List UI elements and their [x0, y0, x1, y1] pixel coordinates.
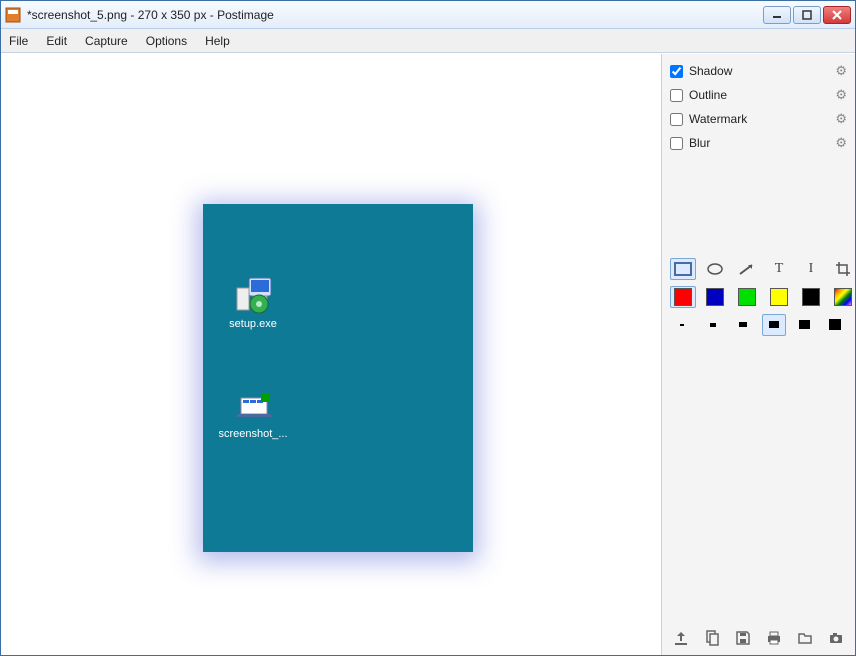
content: setup.exe screenshot_...: [1, 53, 855, 655]
thickness-4[interactable]: [762, 314, 787, 336]
gear-icon[interactable]: ⚙: [835, 63, 847, 79]
print-button[interactable]: [763, 627, 786, 649]
label-shadow: Shadow: [689, 64, 835, 78]
effect-blur[interactable]: Blur ⚙: [670, 132, 847, 154]
app-icon: [5, 7, 21, 23]
swatch-rainbow[interactable]: [830, 286, 856, 308]
swatch-yellow[interactable]: [766, 286, 792, 308]
crop-icon: [835, 261, 851, 277]
titlebar: *screenshot_5.png - 270 x 350 px - Posti…: [1, 1, 855, 29]
text-icon: T: [775, 261, 784, 277]
gear-icon[interactable]: ⚙: [835, 135, 847, 151]
setup-exe-icon: [231, 274, 275, 314]
canvas-area[interactable]: setup.exe screenshot_...: [1, 54, 661, 655]
menu-capture[interactable]: Capture: [85, 34, 128, 48]
tool-rectangle[interactable]: [670, 258, 696, 280]
tool-crop[interactable]: [830, 258, 856, 280]
minimize-icon: [772, 10, 782, 20]
upload-button[interactable]: [670, 627, 693, 649]
shape-tools: T I: [670, 258, 847, 280]
desktop-icon-screenshot-label: screenshot_...: [213, 428, 293, 440]
gear-icon[interactable]: ⚙: [835, 111, 847, 127]
checkbox-shadow[interactable]: [670, 65, 683, 78]
tool-line[interactable]: I: [798, 258, 824, 280]
window-controls: [763, 6, 851, 24]
checkbox-blur[interactable]: [670, 137, 683, 150]
window-title: *screenshot_5.png - 270 x 350 px - Posti…: [27, 8, 763, 22]
gear-icon[interactable]: ⚙: [835, 87, 847, 103]
line-icon: I: [809, 261, 814, 277]
label-blur: Blur: [689, 136, 835, 150]
menu-file[interactable]: File: [9, 34, 28, 48]
desktop-icon-screenshot: screenshot_...: [213, 384, 293, 440]
save-icon: [735, 630, 751, 646]
copy-icon: [704, 630, 720, 646]
thickness-row: [670, 314, 847, 336]
menu-options[interactable]: Options: [146, 34, 187, 48]
tool-ellipse[interactable]: [702, 258, 728, 280]
checkbox-outline[interactable]: [670, 89, 683, 102]
copy-button[interactable]: [701, 627, 724, 649]
canvas-image[interactable]: setup.exe screenshot_...: [203, 204, 473, 552]
menu-help[interactable]: Help: [205, 34, 230, 48]
save-button[interactable]: [732, 627, 755, 649]
sidebar: Shadow ⚙ Outline ⚙ Watermark ⚙ Blur ⚙: [661, 54, 855, 655]
close-button[interactable]: [823, 6, 851, 24]
camera-button[interactable]: [824, 627, 847, 649]
effect-watermark[interactable]: Watermark ⚙: [670, 108, 847, 130]
arrow-icon: [738, 262, 756, 276]
thickness-5[interactable]: [792, 314, 817, 336]
tool-text[interactable]: T: [766, 258, 792, 280]
swatch-red[interactable]: [670, 286, 696, 308]
camera-icon: [828, 630, 844, 646]
color-swatches: [670, 286, 847, 308]
minimize-button[interactable]: [763, 6, 791, 24]
tool-arrow[interactable]: [734, 258, 760, 280]
effect-shadow[interactable]: Shadow ⚙: [670, 60, 847, 82]
maximize-button[interactable]: [793, 6, 821, 24]
upload-icon: [673, 630, 689, 646]
desktop-icon-setup-label: setup.exe: [213, 318, 293, 330]
menu-edit[interactable]: Edit: [46, 34, 67, 48]
rectangle-icon: [674, 262, 692, 276]
swatch-green[interactable]: [734, 286, 760, 308]
swatch-black[interactable]: [798, 286, 824, 308]
label-watermark: Watermark: [689, 112, 835, 126]
screenshot-file-icon: [231, 384, 275, 424]
effect-outline[interactable]: Outline ⚙: [670, 84, 847, 106]
checkbox-watermark[interactable]: [670, 113, 683, 126]
menubar: File Edit Capture Options Help: [1, 29, 855, 53]
thickness-3[interactable]: [731, 314, 756, 336]
maximize-icon: [802, 10, 812, 20]
thickness-1[interactable]: [670, 314, 695, 336]
ellipse-icon: [706, 262, 724, 276]
thickness-6[interactable]: [823, 314, 848, 336]
close-icon: [832, 10, 842, 20]
print-icon: [766, 630, 782, 646]
swatch-blue[interactable]: [702, 286, 728, 308]
label-outline: Outline: [689, 88, 835, 102]
desktop-icon-setup: setup.exe: [213, 274, 293, 330]
app-window: *screenshot_5.png - 270 x 350 px - Posti…: [0, 0, 856, 656]
thickness-2[interactable]: [701, 314, 726, 336]
bottom-toolbar: [670, 617, 847, 649]
open-button[interactable]: [793, 627, 816, 649]
folder-icon: [797, 630, 813, 646]
